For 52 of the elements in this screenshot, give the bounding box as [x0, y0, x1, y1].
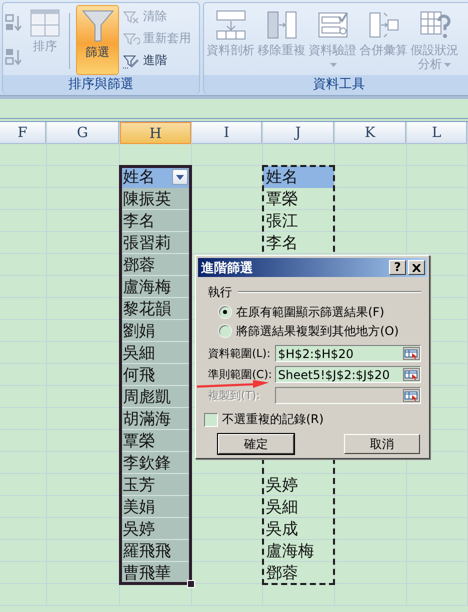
dialog-title: 進階篩選: [201, 260, 253, 276]
group-label: 資料工具: [204, 75, 468, 94]
table-cell-text: 吳成: [265, 518, 299, 540]
table-cell: 李名: [120, 210, 191, 232]
table-cell: 張習莉: [120, 232, 191, 254]
field-label: 資料範圍(L):: [208, 346, 270, 361]
group-label: 排序與篩選: [3, 75, 199, 94]
table-cell: 李欽鋒: [120, 452, 191, 474]
table-cell: 周彪凱: [120, 386, 191, 408]
column-header[interactable]: J: [263, 122, 334, 144]
input-field[interactable]: $H$2:$H$20: [275, 345, 421, 362]
table-cell: 何飛: [120, 364, 191, 386]
table-cell-text: 吳細: [265, 496, 299, 518]
table-cell: 胡滿海: [120, 408, 191, 430]
table-cell: 羅飛飛: [120, 540, 191, 562]
table-cell: 吳細: [120, 342, 191, 364]
table-cell-text: 盧海梅: [265, 540, 315, 562]
table-cell: 鄧蓉: [120, 254, 191, 276]
table-cell: 黎花韻: [120, 298, 191, 320]
table-cell: 盧海梅: [120, 276, 191, 298]
table-cell-text: 李名: [265, 232, 299, 254]
table-cell-text: 鄧蓉: [265, 562, 299, 584]
section-label: 執行: [208, 284, 232, 300]
checkbox-label: 不選重複的記錄(R): [222, 411, 324, 428]
radio-label: 在原有範圍顯示篩選結果(F): [236, 304, 384, 320]
filter-command[interactable]: 進階: [122, 51, 191, 70]
column-header[interactable]: F: [0, 122, 46, 144]
input-field[interactable]: Sheet5!$J$2:$J$20: [275, 366, 421, 383]
table-cell: 美娟: [120, 496, 191, 518]
column-header[interactable]: L: [407, 122, 467, 144]
header-cell: 姓名: [263, 166, 334, 188]
table-cell: 覃榮: [120, 430, 191, 452]
cell-text: 姓名: [123, 167, 155, 187]
table-cell-text: 張江: [265, 210, 299, 232]
table-cell: 曹飛華: [120, 562, 191, 584]
filter-button[interactable]: 篩選: [76, 5, 119, 75]
column-header[interactable]: H: [120, 122, 191, 144]
table-cell: 陳振英: [120, 188, 191, 210]
table-cell: 劉娟: [120, 320, 191, 342]
ok-button[interactable]: 確定: [218, 434, 294, 454]
help-button[interactable]: ?: [389, 260, 406, 275]
field-label: 複製到(T):: [208, 388, 260, 403]
cancel-button[interactable]: 取消: [344, 434, 420, 454]
field-label: 準則範圍(C):: [208, 367, 272, 382]
radio-label: 將篩選結果複製到其他地方(O): [236, 322, 399, 340]
table-cell: 吳婷: [120, 518, 191, 540]
table-cell-text: 吳婷: [265, 474, 299, 496]
column-header[interactable]: I: [192, 122, 262, 144]
column-header[interactable]: K: [335, 122, 406, 144]
table-cell-text: 覃榮: [265, 188, 299, 210]
column-header[interactable]: G: [47, 122, 119, 144]
table-cell: 玉芳: [120, 474, 191, 496]
